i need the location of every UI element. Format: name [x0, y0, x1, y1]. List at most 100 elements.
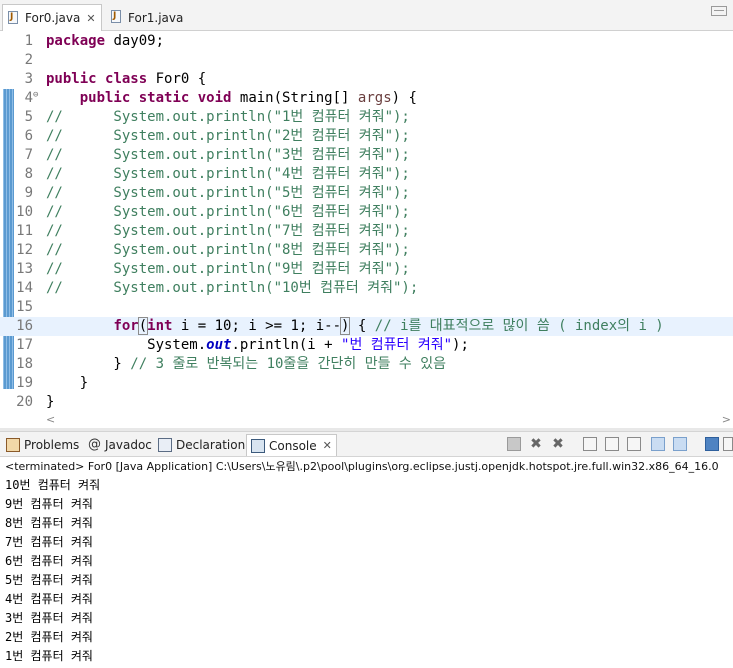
scroll-left-icon[interactable]: < — [46, 413, 55, 426]
code-line[interactable]: 6 // System.out.println("2번 컴퓨터 켜줘"); — [0, 127, 733, 146]
line-number: 12 — [16, 242, 33, 258]
line-number: 11 — [16, 223, 33, 239]
remove-all-icon[interactable]: ✖ — [551, 437, 565, 451]
tab-for0-java[interactable]: J For0.java ✕ — [2, 4, 102, 31]
pin-console-icon[interactable] — [705, 437, 719, 451]
line-number: 16 — [16, 318, 33, 334]
code-text: } // 3 줄로 반복되는 10줄을 간단히 만들 수 있음 — [46, 355, 446, 374]
word-wrap-icon[interactable] — [627, 437, 641, 451]
tab-problems[interactable]: Problems — [6, 434, 79, 456]
tab-for1-java[interactable]: J For1.java — [106, 4, 202, 31]
code-line[interactable]: 17 System.out.println(i + "번 컴퓨터 켜줘"); — [0, 336, 733, 355]
line-number: 10 — [16, 204, 33, 220]
code-line[interactable]: 9 // System.out.println("5번 컴퓨터 켜줘"); — [0, 184, 733, 203]
close-icon[interactable]: ✕ — [86, 12, 95, 25]
line-number: 15 — [16, 299, 33, 315]
tab-label: Javadoc — [105, 438, 152, 452]
code-text: // System.out.println("7번 컴퓨터 켜줘"); — [46, 222, 410, 241]
code-line[interactable]: 15 — [0, 298, 733, 317]
code-token: main(String[] — [231, 90, 358, 106]
stop-icon[interactable] — [507, 437, 521, 451]
java-file-icon: J — [7, 10, 20, 26]
scroll-lock-icon[interactable] — [605, 437, 619, 451]
code-token: // System.out.println("10번 컴퓨터 켜줘"); — [46, 280, 419, 296]
code-line[interactable]: 10 // System.out.println("6번 컴퓨터 켜줘"); — [0, 203, 733, 222]
code-line[interactable]: 3 public class For0 { — [0, 70, 733, 89]
code-line[interactable]: 14 // System.out.println("10번 컴퓨터 켜줘"); — [0, 279, 733, 298]
line-number: 18 — [16, 356, 33, 372]
code-text: package day09; — [46, 32, 164, 51]
code-text: // System.out.println("8번 컴퓨터 켜줘"); — [46, 241, 410, 260]
fold-collapse-icon[interactable]: ⊖ — [33, 86, 38, 105]
console-line: 5번 컴퓨터 켜줘 — [5, 573, 93, 587]
line-number: 13 — [16, 261, 33, 277]
code-token: // System.out.println("3번 컴퓨터 켜줘"); — [46, 147, 410, 163]
code-token: i = 10; i >= 1; i-- — [172, 318, 342, 334]
code-token: static — [138, 90, 190, 106]
code-token: ); — [452, 337, 469, 353]
show-on-error-icon[interactable] — [673, 437, 687, 451]
declaration-icon — [158, 438, 172, 452]
code-text: // System.out.println("2번 컴퓨터 켜줘"); — [46, 127, 410, 146]
clear-console-icon[interactable] — [583, 437, 597, 451]
code-token: // 3 줄로 반복되는 10줄을 간단히 만들 수 있음 — [130, 356, 446, 372]
console-line: 7번 컴퓨터 켜줘 — [5, 535, 93, 549]
code-token: void — [197, 90, 232, 106]
line-number: 2 — [24, 52, 33, 68]
minimize-icon[interactable] — [711, 6, 727, 16]
code-line[interactable]: 8 // System.out.println("4번 컴퓨터 켜줘"); — [0, 165, 733, 184]
line-number: 20 — [16, 394, 33, 410]
code-line[interactable]: 19 } — [0, 374, 733, 393]
line-number: 3 — [24, 71, 33, 87]
code-line[interactable]: 13 // System.out.println("9번 컴퓨터 켜줘"); — [0, 260, 733, 279]
code-token: "번 컴퓨터 켜줘" — [341, 337, 453, 353]
console-line: 4번 컴퓨터 켜줘 — [5, 592, 93, 606]
line-number: 7 — [24, 147, 33, 163]
code-token: // System.out.println("2번 컴퓨터 켜줘"); — [46, 128, 410, 144]
code-token: // System.out.println("5번 컴퓨터 켜줘"); — [46, 185, 410, 201]
code-token: public — [46, 71, 97, 87]
open-console-icon[interactable] — [723, 437, 733, 451]
line-number: 1 — [24, 33, 33, 49]
code-token: package — [46, 33, 106, 49]
tab-declaration[interactable]: Declaration — [158, 434, 245, 456]
console-icon — [251, 438, 265, 453]
code-line[interactable]: 5 // System.out.println("1번 컴퓨터 켜줘"); — [0, 108, 733, 127]
code-line[interactable]: 2 — [0, 51, 733, 70]
code-token: for — [113, 318, 139, 334]
remove-launch-icon[interactable]: ✖ — [529, 437, 543, 451]
scroll-right-icon[interactable]: > — [722, 413, 731, 426]
code-line[interactable]: 4 ⊖ public static void main(String[] args… — [0, 89, 733, 108]
show-on-output-icon[interactable] — [651, 437, 665, 451]
code-editor[interactable]: 1 package day09; 2 3 public class For0 {4 ⊖ p… — [0, 31, 733, 426]
editor-tab-bar: J For0.java ✕ J For1.java — [0, 0, 733, 31]
code-text: } — [46, 393, 54, 412]
console-line: 8번 컴퓨터 켜줘 — [5, 516, 93, 530]
console-line: 6번 컴퓨터 켜줘 — [5, 554, 93, 568]
code-line[interactable]: 12 // System.out.println("8번 컴퓨터 켜줘"); — [0, 241, 733, 260]
code-line[interactable]: 18 } // 3 줄로 반복되는 10줄을 간단히 만들 수 있음 — [0, 355, 733, 374]
close-icon[interactable]: ✕ — [323, 439, 332, 452]
tab-console[interactable]: Console ✕ — [246, 434, 337, 456]
code-token: public — [79, 90, 131, 106]
line-number: 5 — [24, 109, 33, 125]
tab-javadoc[interactable]: @ Javadoc — [88, 434, 152, 456]
code-line[interactable]: 1 package day09; — [0, 32, 733, 51]
line-number: 4 — [24, 90, 33, 106]
code-line[interactable]: 7 // System.out.println("3번 컴퓨터 켜줘"); — [0, 146, 733, 165]
code-token: } — [46, 394, 55, 410]
console-output[interactable]: 10번 컴퓨터 켜줘 9번 컴퓨터 켜줘 8번 컴퓨터 켜줘 7번 컴퓨터 켜줘 6번 … — [0, 475, 733, 668]
console-line: 1번 컴퓨터 켜줘 — [5, 649, 93, 663]
code-token: // System.out.println("9번 컴퓨터 켜줘"); — [46, 261, 410, 277]
code-line[interactable]: 11 // System.out.println("7번 컴퓨터 켜줘"); — [0, 222, 733, 241]
code-text: public static void main(String[] args) { — [46, 89, 417, 108]
code-token: .println(i + — [231, 337, 342, 353]
code-line[interactable]: 20} — [0, 393, 733, 412]
line-number: 6 — [24, 128, 33, 144]
horizontal-scrollbar[interactable]: < > — [44, 413, 733, 427]
code-line[interactable]: 16 for(int i = 10; i >= 1; i--) { // i를 … — [0, 317, 733, 336]
code-text: System.out.println(i + "번 컴퓨터 켜줘"); — [46, 336, 469, 355]
